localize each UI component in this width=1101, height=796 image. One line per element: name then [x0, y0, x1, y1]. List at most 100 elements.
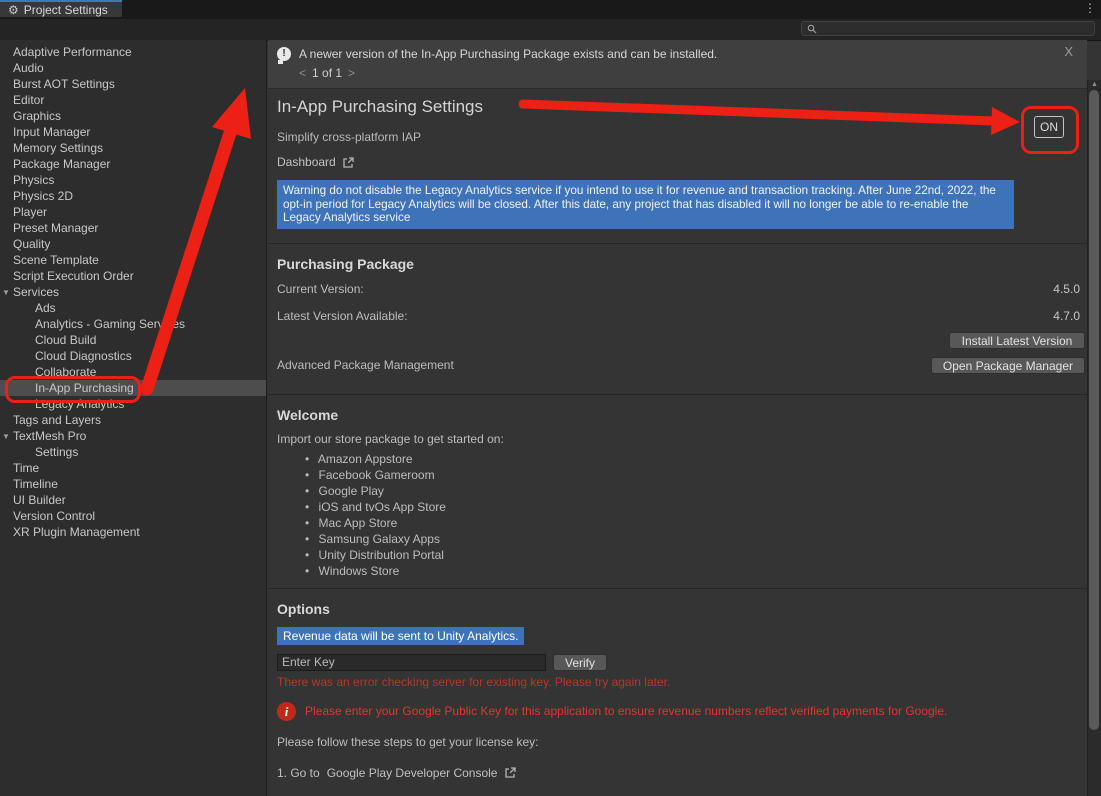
sidebar-item[interactable]: ▼ Ads	[0, 300, 266, 316]
sidebar-item[interactable]: ▼ Physics	[0, 172, 266, 188]
gear-icon: ⚙	[8, 4, 19, 16]
sidebar-item[interactable]: ▼ Preset Manager	[0, 220, 266, 236]
sidebar-item[interactable]: ▼ Scene Template	[0, 252, 266, 268]
sidebar-item[interactable]: ▼ In-App Purchasing	[0, 380, 266, 396]
sidebar-item-label: Analytics - Gaming Services	[35, 317, 185, 331]
sidebar-item[interactable]: ▼ Physics 2D	[0, 188, 266, 204]
bullet-icon: •	[305, 500, 309, 514]
sidebar-item[interactable]: ▼ Script Execution Order	[0, 268, 266, 284]
bullet-icon: •	[305, 484, 309, 498]
sidebar-item[interactable]: ▼ Services	[0, 284, 266, 300]
sidebar-item[interactable]: ▼ Timeline	[0, 476, 266, 492]
key-check-error: There was an error checking server for e…	[277, 675, 1087, 689]
settings-sidebar: ▼ Adaptive Performance ▼ Audio ▼ Burst A…	[0, 40, 267, 796]
bullet-icon: •	[305, 564, 309, 578]
pager-prev-icon[interactable]: <	[299, 66, 306, 80]
sidebar-item-label: Timeline	[13, 477, 58, 491]
info-icon: i	[277, 702, 296, 721]
sidebar-item-label: Adaptive Performance	[13, 45, 132, 59]
sidebar-item[interactable]: ▼ Memory Settings	[0, 140, 266, 156]
dashboard-link[interactable]: Dashboard	[277, 155, 1087, 169]
sidebar-item[interactable]: ▼ Package Manager	[0, 156, 266, 172]
sidebar-item[interactable]: ▼ Cloud Diagnostics	[0, 348, 266, 364]
update-notification-bar: ! A newer version of the In-App Purchasi…	[268, 40, 1087, 89]
sidebar-item-label: Scene Template	[13, 253, 99, 267]
sidebar-item[interactable]: ▼ Settings	[0, 444, 266, 460]
toolbar	[0, 19, 1101, 41]
sidebar-item-label: Cloud Diagnostics	[35, 349, 132, 363]
external-link-icon	[504, 766, 517, 779]
steps-intro: Please follow these steps to get your li…	[277, 735, 1087, 749]
sidebar-item-label: Player	[13, 205, 47, 219]
sidebar-item[interactable]: ▼ Legacy Analytics	[0, 396, 266, 412]
tab-project-settings[interactable]: ⚙ Project Settings	[0, 0, 122, 17]
scroll-up-icon[interactable]: ▲	[1088, 81, 1101, 88]
store-list-item: • Unity Distribution Portal	[305, 547, 1087, 563]
page-subtitle: Simplify cross-platform IAP	[277, 130, 1087, 144]
notification-message: A newer version of the In-App Purchasing…	[299, 47, 717, 61]
notification-pager: < 1 of 1 >	[268, 61, 1087, 80]
search-input[interactable]	[821, 23, 1089, 35]
vertical-scrollbar[interactable]: ▲	[1087, 80, 1101, 796]
expander-triangle-icon[interactable]: ▼	[1, 285, 11, 301]
settings-content-panel: ! A newer version of the In-App Purchasi…	[268, 40, 1087, 796]
enter-key-input[interactable]	[277, 654, 546, 671]
current-version-row: Current Version: 4.5.0	[277, 282, 1087, 296]
google-key-warning-row: i Please enter your Google Public Key fo…	[277, 702, 1087, 721]
sidebar-item-label: Version Control	[13, 509, 95, 523]
advanced-package-label: Advanced Package Management	[277, 358, 931, 372]
expander-triangle-icon[interactable]: ▼	[1, 429, 11, 445]
sidebar-item[interactable]: ▼ Audio	[0, 60, 266, 76]
sidebar-item[interactable]: ▼ UI Builder	[0, 492, 266, 508]
sidebar-item-label: Preset Manager	[13, 221, 98, 235]
sidebar-item[interactable]: ▼ Adaptive Performance	[0, 44, 266, 60]
sidebar-item-label: Input Manager	[13, 125, 90, 139]
step-1-row: 1. Go to Google Play Developer Console	[277, 766, 1087, 780]
sidebar-item[interactable]: ▼ Time	[0, 460, 266, 476]
sidebar-item[interactable]: ▼ Graphics	[0, 108, 266, 124]
google-key-warning-text: Please enter your Google Public Key for …	[305, 702, 947, 718]
sidebar-item-label: Package Manager	[13, 157, 110, 171]
sidebar-item-label: Services	[13, 285, 59, 299]
store-list-item: • Amazon Appstore	[305, 451, 1087, 467]
sidebar-item-label: Settings	[35, 445, 78, 459]
sidebar-item[interactable]: ▼ Quality	[0, 236, 266, 252]
verify-button[interactable]: Verify	[553, 654, 607, 671]
bullet-icon: •	[305, 548, 309, 562]
bullet-icon: •	[305, 452, 309, 466]
sidebar-item[interactable]: ▼ XR Plugin Management	[0, 524, 266, 540]
main-section: In-App Purchasing Settings Simplify cros…	[268, 97, 1087, 796]
pager-text: 1 of 1	[312, 66, 342, 80]
sidebar-item[interactable]: ▼ Tags and Layers	[0, 412, 266, 428]
sidebar-item[interactable]: ▼ Cloud Build	[0, 332, 266, 348]
sidebar-item-label: Quality	[13, 237, 50, 251]
current-version-value: 4.5.0	[1053, 282, 1080, 296]
google-play-console-link[interactable]: Google Play Developer Console	[327, 766, 498, 780]
sidebar-item[interactable]: ▼ Collaborate	[0, 364, 266, 380]
sidebar-item[interactable]: ▼ Version Control	[0, 508, 266, 524]
install-latest-version-button[interactable]: Install Latest Version	[949, 332, 1085, 349]
open-package-manager-button[interactable]: Open Package Manager	[931, 357, 1085, 374]
search-box[interactable]	[801, 21, 1095, 36]
iap-on-toggle-button[interactable]: ON	[1034, 116, 1064, 138]
welcome-intro: Import our store package to get started …	[277, 432, 1087, 446]
sidebar-item-label: Burst AOT Settings	[13, 77, 115, 91]
sidebar-item-label: Graphics	[13, 109, 61, 123]
sidebar-item[interactable]: ▼ Editor	[0, 92, 266, 108]
sidebar-item-label: UI Builder	[13, 493, 66, 507]
scrollbar-thumb[interactable]	[1089, 90, 1099, 730]
sidebar-item[interactable]: ▼ TextMesh Pro	[0, 428, 266, 444]
store-list-item: • Google Play	[305, 483, 1087, 499]
sidebar-item-label: Physics 2D	[13, 189, 73, 203]
sidebar-item[interactable]: ▼ Player	[0, 204, 266, 220]
sidebar-item-label: Editor	[13, 93, 44, 107]
kebab-menu-icon[interactable]: ⋮	[1084, 2, 1096, 14]
analytics-note: Revenue data will be sent to Unity Analy…	[277, 627, 524, 645]
sidebar-item[interactable]: ▼ Input Manager	[0, 124, 266, 140]
pager-next-icon[interactable]: >	[348, 66, 355, 80]
sidebar-item[interactable]: ▼ Analytics - Gaming Services	[0, 316, 266, 332]
sidebar-item-label: Audio	[13, 61, 44, 75]
sidebar-item-label: TextMesh Pro	[13, 429, 86, 443]
sidebar-item[interactable]: ▼ Burst AOT Settings	[0, 76, 266, 92]
close-icon[interactable]: X	[1064, 44, 1073, 59]
